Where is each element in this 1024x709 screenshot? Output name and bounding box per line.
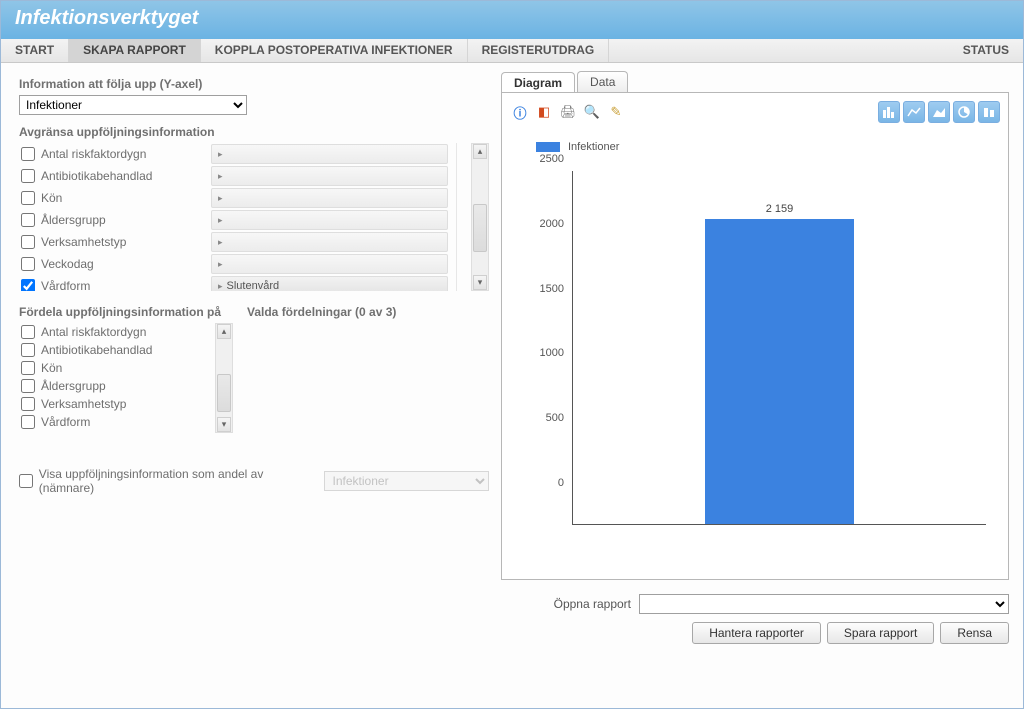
chart-type-area-icon[interactable]	[928, 101, 950, 123]
chart-type-pie-icon[interactable]	[953, 101, 975, 123]
filter-checkbox[interactable]	[21, 279, 35, 291]
filter-item-label: Kön	[41, 191, 211, 205]
dist-checkbox[interactable]	[21, 325, 35, 339]
scroll-down-icon[interactable]: ▾	[473, 275, 487, 290]
rensa-button[interactable]: Rensa	[940, 622, 1009, 644]
scroll-up-icon[interactable]: ▴	[473, 144, 487, 159]
share-checkbox[interactable]	[19, 474, 33, 488]
filter-checkbox[interactable]	[21, 169, 35, 183]
dist-checkbox[interactable]	[21, 415, 35, 429]
open-report-select[interactable]	[639, 594, 1009, 614]
dist-list: Antal riskfaktordygn Antibiotikabehandla…	[19, 323, 233, 433]
tab-diagram[interactable]: Diagram	[501, 72, 575, 93]
filter-value-dropdown[interactable]: ▸	[211, 144, 448, 164]
filter-scrollbar[interactable]: ▴ ▾	[471, 143, 489, 291]
filter-value-dropdown[interactable]: ▸Slutenvård	[211, 276, 448, 291]
filter-row: Veckodag ▸	[19, 253, 456, 275]
ytick: 500	[546, 412, 564, 424]
chart-bar-label: 2 159	[766, 203, 794, 215]
chart-type-stacked-icon[interactable]	[978, 101, 1000, 123]
filter-value-dropdown[interactable]: ▸	[211, 188, 448, 208]
chart-y-axis: 0 500 1000 1500 2000 2500	[528, 171, 568, 525]
dist-item-label: Vårdform	[41, 415, 90, 429]
edit-icon[interactable]: ✎	[606, 102, 626, 122]
filter-value-dropdown[interactable]: ▸	[211, 232, 448, 252]
filter-item-label: Antibiotikabehandlad	[41, 169, 211, 183]
scroll-thumb[interactable]	[473, 204, 487, 252]
app-title: Infektionsverktyget	[1, 1, 1023, 39]
filter-row: Antibiotikabehandlad ▸	[19, 165, 456, 187]
filter-checkbox[interactable]	[21, 147, 35, 161]
filter-row: Kön ▸	[19, 187, 456, 209]
dist-checkbox[interactable]	[21, 343, 35, 357]
filter-value-dropdown[interactable]: ▸	[211, 166, 448, 186]
filter-value-dropdown[interactable]: ▸	[211, 254, 448, 274]
filter-row: Åldersgrupp ▸	[19, 209, 456, 231]
chart-toolbar: ⓘ ◧ 🖨 🔍 ✎	[510, 101, 1000, 123]
scroll-thumb[interactable]	[217, 374, 231, 412]
dist-item-label: Åldersgrupp	[41, 379, 106, 393]
chart-plotbox: 2 159	[572, 171, 986, 525]
spara-rapport-button[interactable]: Spara rapport	[827, 622, 934, 644]
dist-item-label: Antibiotikabehandlad	[41, 343, 152, 357]
ytick: 2000	[540, 218, 564, 230]
filter-list: Antal riskfaktordygn ▸ Antibiotikabehand…	[19, 143, 457, 291]
chart-type-line-icon[interactable]	[903, 101, 925, 123]
filter-item-label: Antal riskfaktordygn	[41, 147, 211, 161]
share-select: Infektioner	[324, 471, 489, 491]
export-powerpoint-icon[interactable]: ◧	[534, 102, 554, 122]
tab-data[interactable]: Data	[577, 71, 628, 92]
share-label: Visa uppföljningsinformation som andel a…	[39, 467, 318, 495]
filter-checkbox[interactable]	[21, 191, 35, 205]
ytick: 1500	[540, 283, 564, 295]
chart-plot: 0 500 1000 1500 2000 2500 2 159	[528, 171, 994, 555]
filter-row: Antal riskfaktordygn ▸	[19, 143, 456, 165]
legend-label: Infektioner	[568, 141, 619, 153]
filter-checkbox[interactable]	[21, 213, 35, 227]
info-icon[interactable]: ⓘ	[510, 102, 530, 122]
filter-checkbox[interactable]	[21, 257, 35, 271]
filter-value-dropdown[interactable]: ▸	[211, 210, 448, 230]
filter-row: Verksamhetstyp ▸	[19, 231, 456, 253]
y-axis-label: Information att följa upp (Y-axel)	[19, 77, 489, 91]
dist-label: Fördela uppföljningsinformation på	[19, 305, 233, 319]
dist-item-label: Kön	[41, 361, 62, 375]
chart-area: ⓘ ◧ 🖨 🔍 ✎ Infektioner	[501, 92, 1009, 580]
y-axis-select[interactable]: Infektioner	[19, 95, 247, 115]
filter-item-label: Vårdform	[41, 279, 211, 291]
chart-bar	[705, 219, 854, 524]
zoom-icon[interactable]: 🔍	[582, 102, 602, 122]
dist-selected-label: Valda fördelningar (0 av 3)	[247, 305, 489, 319]
chart-tabs: Diagram Data	[501, 71, 1009, 92]
scroll-down-icon[interactable]: ▾	[217, 417, 231, 432]
dist-checkbox[interactable]	[21, 397, 35, 411]
menu-koppla[interactable]: KOPPLA POSTOPERATIVA INFEKTIONER	[201, 39, 468, 62]
chart-legend: Infektioner	[536, 141, 1000, 153]
dist-scrollbar[interactable]: ▴ ▾	[215, 323, 233, 433]
ytick: 1000	[540, 347, 564, 359]
open-report-label: Öppna rapport	[554, 597, 631, 611]
filter-item-label: Veckodag	[41, 257, 211, 271]
filter-row: Vårdform ▸Slutenvård	[19, 275, 456, 291]
hantera-rapporter-button[interactable]: Hantera rapporter	[692, 622, 821, 644]
dist-item-label: Verksamhetstyp	[41, 397, 126, 411]
ytick: 2500	[540, 153, 564, 165]
scroll-up-icon[interactable]: ▴	[217, 324, 231, 339]
filter-item-label: Åldersgrupp	[41, 213, 211, 227]
filter-checkbox[interactable]	[21, 235, 35, 249]
legend-swatch	[536, 142, 560, 152]
menu-registerutdrag[interactable]: REGISTERUTDRAG	[468, 39, 610, 62]
menu-status[interactable]: STATUS	[949, 39, 1023, 62]
filter-label: Avgränsa uppföljningsinformation	[19, 125, 489, 139]
filter-item-label: Verksamhetstyp	[41, 235, 211, 249]
print-icon[interactable]: 🖨	[558, 102, 578, 122]
menubar: START SKAPA RAPPORT KOPPLA POSTOPERATIVA…	[1, 39, 1023, 63]
ytick: 0	[558, 477, 564, 489]
menu-start[interactable]: START	[1, 39, 69, 62]
menu-skapa-rapport[interactable]: SKAPA RAPPORT	[69, 39, 201, 62]
chart-type-bar-icon[interactable]	[878, 101, 900, 123]
dist-checkbox[interactable]	[21, 379, 35, 393]
dist-checkbox[interactable]	[21, 361, 35, 375]
dist-item-label: Antal riskfaktordygn	[41, 325, 146, 339]
